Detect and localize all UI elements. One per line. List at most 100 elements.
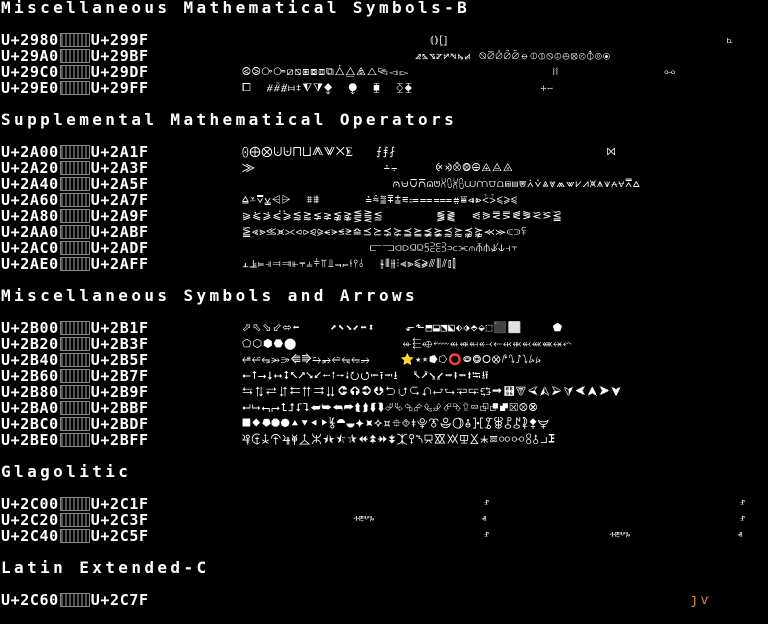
glyph-run: ⨠ ⨩⨪ ⨴⨵⨶⨷⨸⨹⨺⨻ [242, 161, 514, 174]
unicode-chart-page: Miscellaneous Mathematical Symbols-B U+2… [0, 0, 768, 624]
nul-glyph-box [59, 176, 90, 191]
glagolitic-glyph: ⱀ [484, 499, 489, 509]
range-label: U+2C00 U+2C1F [1, 495, 149, 513]
glyph-run: ⩀⩁⩂⩃⩄⩅⩆⩇⩈⩉⩊⩋⩌⩍⩎⩏⩐⩑⩒⩓⩔⩕⩖⩗⩘⩙⩚⩛⩜⩝⩞⩟ [242, 177, 641, 190]
range-label: U+2B00 U+2B1F [1, 319, 149, 337]
nul-glyph-box [59, 512, 90, 527]
table-row: U+2AE0 U+2AFF ⫠⫡⫢⫣⫤⫥⫦⫧⫨⫩⫪⫫⫬⫭⫮⫯⫰ ⫳⫴⫵⫶⫷⫸⫹⫺⫻… [0, 256, 768, 272]
nul-glyph-box [59, 496, 90, 511]
range-label: U+2C40 U+2C5F [1, 527, 149, 545]
glyph-run: ⬀⬁⬂⬃⬄⬅ ⬈⬉⬊⬋⬌⬍ ⬐⬑⬒⬓⬔⬕⬖⬗⬘⬙⬚⬛⬜ ⬟ [242, 321, 564, 334]
table-row: U+2C60 U+2C7F ȷⱱ [0, 592, 768, 608]
nul-glyph-box [59, 144, 90, 159]
table-row: U+2C40 U+2C5F ⱀ ⰰⰱⰲⰳ ⱏ [0, 528, 768, 544]
range-label: U+2980 U+299F [1, 31, 149, 49]
glyph-run: ⦨⦩⦪⦫⦬⦭⦮⦯ ⦰⦱⦲⦳⦴⦵⦶⦷⦸⦹⦺⦻⦼⦽⦾⦿ [242, 49, 611, 62]
glyph-run: ⫠⫡⫢⫣⫤⫥⫦⫧⫨⫩⫪⫫⫬⫭⫮⫯⫰ ⫳⫴⫵⫶⫷⫸⫹⫺⫻⫼⫽⫾⫿ [242, 257, 457, 270]
glagolitic-glyph: ⰰⰱⰲⰳ [354, 515, 375, 525]
glyph-run: ⨀⨁⨂⨃⨄⨅⨆⨇⨈⨉⨊ ⨍⨎⨏ ⨝ [242, 145, 617, 158]
table-row: U+2B00 U+2B1F ⬀⬁⬂⬃⬄⬅ ⬈⬉⬊⬋⬌⬍ ⬐⬑⬒⬓⬔⬕⬖⬗⬘⬙⬚⬛⬜… [0, 320, 768, 336]
nul-glyph-box [59, 48, 90, 63]
range-label: U+2A20 U+2A3F [1, 159, 149, 177]
range-label: U+2B60 U+2B7F [1, 367, 149, 385]
table-row: U+2A20 U+2A3F ⨠ ⨩⨪ ⨴⨵⨶⨷⨸⨹⨺⨻ [0, 160, 768, 176]
glyph-run: ⬠⬡⬢⬣⬤ ⬰⬱⬲⬳⬴⬵⬶⬷⬸⬹⬺⬻⬼⬽⬾⬿ [242, 337, 573, 350]
glyph-run: ⮀⮁⮂⮃⮄⮅⮆⮇⮈⮉⮊⮋⮌⮍⮎⮏⮐⮑⮒⮓⮔⮕⮖⮗⮘⮙⮚⮛⮜⮝⮞⮟ [242, 385, 623, 398]
glyph-run: ⪠⪡⪢⪣⪤⪥⪦⪧⪨⪩⪪⪫⪬⪭⪮⪯⪰⪱⪲⪳⪴⪵⪶⪷⪸⪹⪺⪻⪼⪽⪾⪿ [242, 225, 528, 238]
nul-glyph-box [59, 592, 90, 607]
section-title-glagolitic: Glagolitic [1, 462, 132, 481]
range-label: U+2B20 U+2B3F [1, 335, 149, 353]
range-label: U+2A00 U+2A1F [1, 143, 149, 161]
range-label: U+2B40 U+2B5F [1, 351, 149, 369]
table-row: U+2B80 U+2B9F ⮀⮁⮂⮃⮄⮅⮆⮇⮈⮉⮊⮋⮌⮍⮎⮏⮐⮑⮒⮓⮔⮕⮖⮗⮘⮙⮚… [0, 384, 768, 400]
glagolitic-glyph: ⱀ [740, 499, 745, 509]
nul-glyph-box [59, 368, 90, 383]
glyph-run: ⫍⫎⫏⫐⫑⫒⫓⫔⫕⫖⫗⫘⫙⫚⫛⫝̸⫝⫞⫟ [242, 241, 519, 254]
table-row: U+2A00 U+2A1F ⨀⨁⨂⨃⨄⨅⨆⨇⨈⨉⨊ ⨍⨎⨏ ⨝ [0, 144, 768, 160]
nul-glyph-box [59, 352, 90, 367]
range-label: U+29C0 U+29DF [1, 63, 149, 81]
table-row: U+29E0 U+29FF ⧠ ⧣⧤⧥⧦⧧⧨⧩⧪ ⧭ ⧯ ⧰⧱ ⧾⧿ [0, 80, 768, 96]
table-row: U+29A0 U+29BF ⦨⦩⦪⦫⦬⦭⦮⦯ ⦰⦱⦲⦳⦴⦵⦶⦷⦸⦹⦺⦻⦼⦽⦾⦿ [0, 48, 768, 64]
table-row: U+29C0 U+29DF ⧀⧁⧂⧃⧄⧅⧆⧇⧈⧉⧊⧋⧌⧍⧎⧏⧐ ⧘⧙ ⧟ [0, 64, 768, 80]
range-label: U+2BE0 U+2BFF [1, 431, 149, 449]
nul-glyph-box [59, 528, 90, 543]
glagolitic-glyph: ⰰⰱⰲⰳ [610, 531, 631, 541]
table-row: U+2C00 U+2C1F ⱀ ⱀ [0, 496, 768, 512]
range-label: U+2B80 U+2B9F [1, 383, 149, 401]
glagolitic-glyph: ⱏ [482, 515, 487, 525]
table-row: U+2BC0 U+2BDF ⯀⯁⯂⯃⯄⯅⯆⯇⯈⯉⯊⯋⯌⯍⯎⯏⯐⯑⯒⯓⯔⯕⯖⯗⯘⯙⯚… [0, 416, 768, 432]
nul-glyph-box [59, 32, 90, 47]
range-label: U+2AE0 U+2AFF [1, 255, 149, 273]
nul-glyph-box [59, 208, 90, 223]
range-label: U+2C60 U+2C7F [1, 591, 149, 609]
range-label: U+2AC0 U+2ADF [1, 239, 149, 257]
glyph-run: ⦅⦆⦋⦌ ⦜ [242, 33, 734, 46]
table-row: U+2980 U+299F ⦅⦆⦋⦌ ⦜ [0, 32, 768, 48]
glyph-run: ⮠⮡⮢⮣⮤⮥⮦⮧⮨⮩⮪⮫⮬⮭⮮⮯⮰⮱⮲⮳⮴⮵⮶⮷⮸⮹⮺⮻⮼⮽⮾⮿ [242, 401, 539, 414]
nul-glyph-box [59, 416, 90, 431]
range-label: U+29E0 U+29FF [1, 79, 149, 97]
table-row: U+2BE0 U+2BFF ⯠⯡⯢⯣⯤⯥⯦⯧⯨⯩⯪⯫⯬⯭⯮⯯⯰⯱⯲⯳⯴⯵⯶⯷⯸⯹⯺… [0, 432, 768, 448]
nul-glyph-box [59, 80, 90, 95]
table-row: U+2B60 U+2B7F ⭠⭡⭢⭣⭤⭥⭦⭧⭨⭩⭪⭫⭬⭭⭮⭯⭰⭱⭲⭳ ⭶⭷⭸⭹⭺⭻… [0, 368, 768, 384]
glyph-run: ⧀⧁⧂⧃⧄⧅⧆⧇⧈⧉⧊⧋⧌⧍⧎⧏⧐ ⧘⧙ ⧟ [242, 65, 677, 78]
table-row: U+2A60 U+2A7F ⩠⩡⩢⩣⩤⩥ ⩨⩩ ⩮⩯⩰⩱⩲⩳⩴⩵⩶⩷⩸⩹⩺⩻⩼⩽⩾… [0, 192, 768, 208]
nul-glyph-box [59, 192, 90, 207]
section-title-latin-extended-c: Latin Extended-C [1, 558, 210, 577]
table-row: U+2B20 U+2B3F ⬠⬡⬢⬣⬤ ⬰⬱⬲⬳⬴⬵⬶⬷⬸⬹⬺⬻⬼⬽⬾⬿ [0, 336, 768, 352]
nul-glyph-box [59, 64, 90, 79]
range-label: U+2A40 U+2A5F [1, 175, 149, 193]
glagolitic-glyph: ⱀ [484, 531, 489, 541]
nul-glyph-box [59, 336, 90, 351]
table-row: U+2B40 U+2B5F ⭀⭁⭂⭃⭄⭅⭆⭇⭈⭉⭊⭋⭌ ⭐⭑⭒⭓⭔⭕⭖⭗⭘⭙⭚⭛⭜… [0, 352, 768, 368]
section-title-supplemental-math-operators: Supplemental Mathematical Operators [1, 110, 458, 129]
table-row: U+2A40 U+2A5F ⩀⩁⩂⩃⩄⩅⩆⩇⩈⩉⩊⩋⩌⩍⩎⩏⩐⩑⩒⩓⩔⩕⩖⩗⩘⩙⩚… [0, 176, 768, 192]
glyph-run: ⩠⩡⩢⩣⩤⩥ ⩨⩩ ⩮⩯⩰⩱⩲⩳⩴⩵⩶⩷⩸⩹⩺⩻⩼⩽⩾⩿ [242, 193, 518, 206]
glagolitic-glyph: ⱀ [740, 515, 745, 525]
table-row: U+2AC0 U+2ADF ⫍⫎⫏⫐⫑⫒⫓⫔⫕⫖⫗⫘⫙⫚⫛⫝̸⫝⫞⫟ [0, 240, 768, 256]
nul-glyph-box [59, 256, 90, 271]
latin-extended-glyphs: ȷⱱ [690, 592, 711, 608]
range-label: U+2C20 U+2C3F [1, 511, 149, 529]
table-row: U+2A80 U+2A9F ⪀⪁⪂⪃⪄⪅⪆⪇⪈⪉⪊⪋⪌⪍ ⪓⪔ ⪗⪘⪙⪚⪛⪜⪝⪞⪟ [0, 208, 768, 224]
glagolitic-glyph: ⱏ [738, 531, 743, 541]
nul-glyph-box [59, 400, 90, 415]
section-title-misc-math-b: Miscellaneous Mathematical Symbols-B [1, 0, 471, 17]
nul-glyph-box [59, 432, 90, 447]
nul-glyph-box [59, 240, 90, 255]
range-label: U+2BA0 U+2BBF [1, 399, 149, 417]
glyph-run: ⭠⭡⭢⭣⭤⭥⭦⭧⭨⭩⭪⭫⭬⭭⭮⭯⭰⭱⭲⭳ ⭶⭷⭸⭹⭺⭻⭼⭽⭾⭿ [242, 369, 490, 382]
range-label: U+2A60 U+2A7F [1, 191, 149, 209]
nul-glyph-box [59, 384, 90, 399]
range-label: U+29A0 U+29BF [1, 47, 149, 65]
glyph-run: ⭀⭁⭂⭃⭄⭅⭆⭇⭈⭉⭊⭋⭌ ⭐⭑⭒⭓⭔⭕⭖⭗⭘⭙⭚⭛⭜⭝⭞⭟ [242, 353, 542, 366]
glyph-run: ⯀⯁⯂⯃⯄⯅⯆⯇⯈⯉⯊⯋⯌⯍⯎⯏⯐⯑⯒⯓⯔⯕⯖⯗⯘⯙⯚⯛⯜⯝⯞⯟ [242, 417, 550, 430]
glyph-run: ⪀⪁⪂⪃⪄⪅⪆⪇⪈⪉⪊⪋⪌⪍ ⪓⪔ ⪗⪘⪙⪚⪛⪜⪝⪞⪟ [242, 209, 563, 222]
section-title-misc-symbols-arrows: Miscellaneous Symbols and Arrows [1, 286, 419, 305]
glyph-run: ⯠⯡⯢⯣⯤⯥⯦⯧⯨⯩⯪⯫⯬⯭⯮⯯⯰⯱⯲⯳⯴⯵⯶⯷⯸⯹⯺⯻⯼⯽⯾⯿ [242, 433, 556, 446]
range-label: U+2A80 U+2A9F [1, 207, 149, 225]
nul-glyph-box [59, 320, 90, 335]
table-row: U+2AA0 U+2ABF ⪠⪡⪢⪣⪤⪥⪦⪧⪨⪩⪪⪫⪬⪭⪮⪯⪰⪱⪲⪳⪴⪵⪶⪷⪸⪹⪺… [0, 224, 768, 240]
